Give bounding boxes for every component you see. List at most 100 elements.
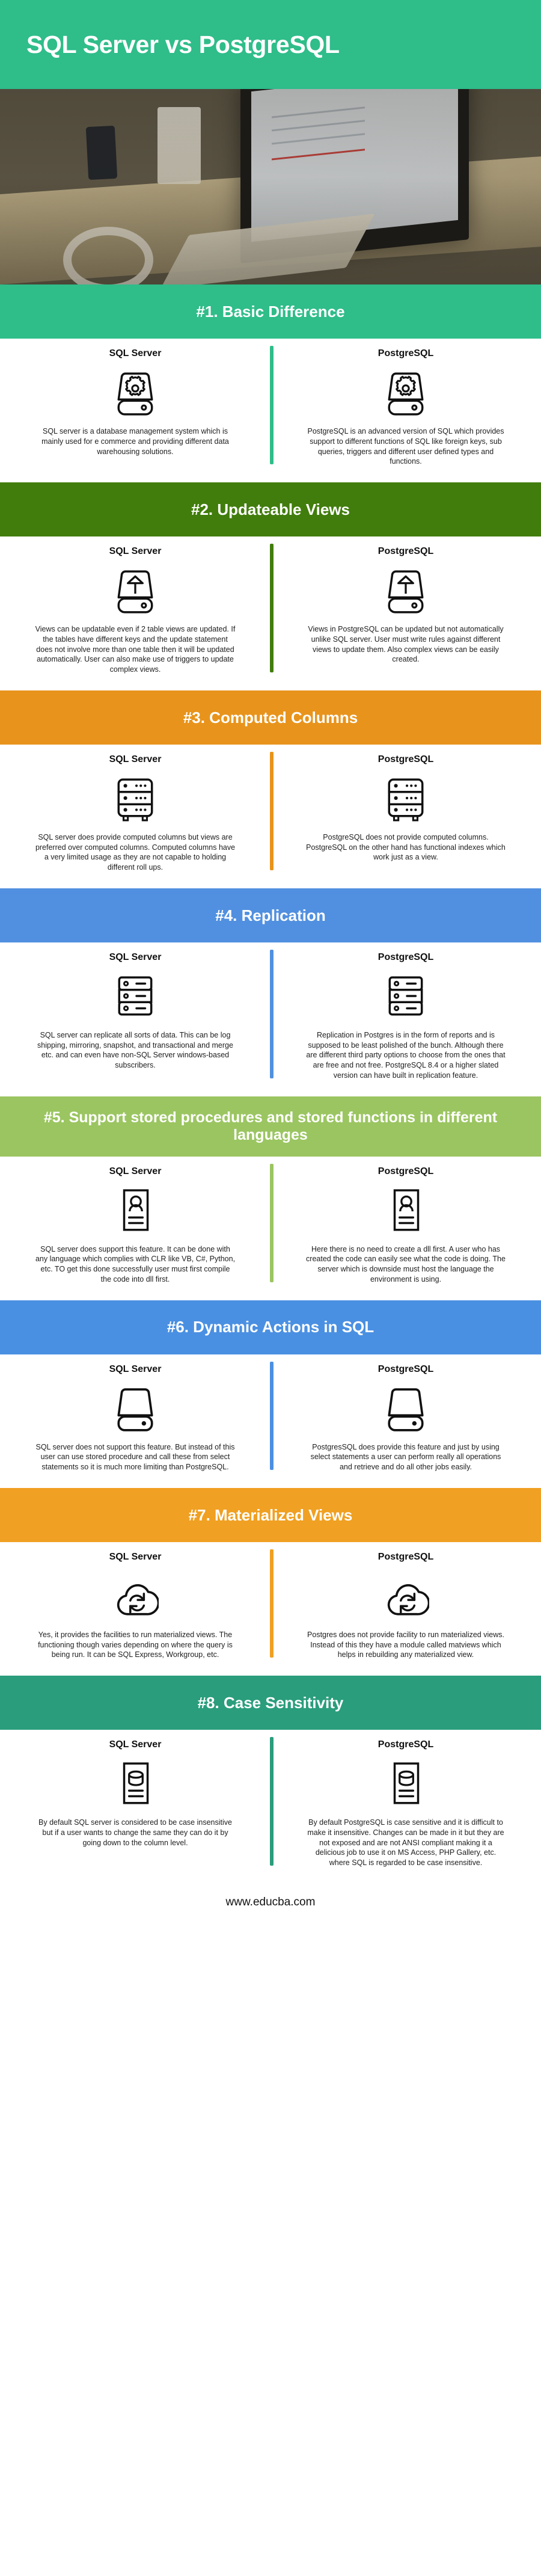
section-header-8: #8. Case Sensitivity: [0, 1676, 541, 1730]
column-text-right: PostgreSQL is an advanced version of SQL…: [307, 427, 504, 466]
column-divider: [270, 1163, 274, 1282]
section-title: #8. Case Sensitivity: [197, 1693, 344, 1712]
column-text-left: SQL server is a database management syst…: [41, 427, 229, 456]
section-title: #3. Computed Columns: [183, 708, 358, 727]
column-heading-right: PostgreSQL: [377, 1551, 434, 1562]
section-title: #5. Support stored procedures and stored…: [43, 1108, 498, 1143]
column-heading-right: PostgreSQL: [377, 1166, 434, 1176]
column-text-left: Yes, it provides the facilities to run m…: [38, 1630, 233, 1659]
column-left: SQL Server Yes, it provides the facilitie…: [0, 1542, 270, 1676]
database-upload-icon: [112, 565, 159, 617]
column-heading-right: PostgreSQL: [377, 348, 434, 358]
column-text-right: By default PostgreSQL is case sensitive …: [307, 1818, 504, 1867]
comparison-section: #1. Basic Difference SQL Server SQL server…: [0, 284, 541, 482]
comparison-section: #8. Case Sensitivity SQL Server By default…: [0, 1676, 541, 1884]
column-left: SQL Server SQL server does not support th…: [0, 1354, 270, 1488]
column-text-left: Views can be updatable even if 2 table v…: [35, 625, 236, 674]
column-right: PostgreSQL PostgreSQL does not provide co…: [270, 745, 541, 888]
column-heading-left: SQL Server: [109, 951, 162, 962]
comparison-section: #7. Materialized Views SQL Server Yes, it …: [0, 1487, 541, 1676]
database-plain-icon: [382, 1383, 429, 1435]
section-header-6: #6. Dynamic Actions in SQL: [0, 1300, 541, 1354]
column-divider: [270, 1549, 274, 1658]
column-left: SQL Server SQL server is a database manag…: [0, 339, 270, 482]
comparison-section: #5. Support stored procedures and stored…: [0, 1096, 541, 1300]
column-heading-right: PostgreSQL: [377, 546, 434, 556]
column-left: SQL Server Views can be updatable even if…: [0, 536, 270, 690]
comparison-body: SQL Server SQL server does support this f…: [0, 1156, 541, 1300]
column-right: PostgreSQL Postgres does not provide faci…: [270, 1542, 541, 1676]
hero-photo: [0, 89, 541, 284]
server-stack-icon: [382, 971, 429, 1023]
document-database-icon: [112, 1759, 159, 1810]
column-heading-right: PostgreSQL: [377, 1739, 434, 1750]
cloud-sync-icon: [112, 1571, 159, 1623]
section-header-7: #7. Materialized Views: [0, 1487, 541, 1542]
comparison-body: SQL Server Views can be updatable even if…: [0, 536, 541, 690]
column-text-right: Views in PostgreSQL can be updated but n…: [308, 625, 504, 664]
column-right: PostgreSQL PostgresSQL does provide this …: [270, 1354, 541, 1488]
column-heading-right: PostgreSQL: [377, 1363, 434, 1374]
column-left: SQL Server SQL server does support this f…: [0, 1157, 270, 1300]
column-heading-left: SQL Server: [109, 1739, 162, 1750]
comparison-section: #4. Replication SQL Server SQL server can …: [0, 888, 541, 1096]
database-gear-icon: [382, 367, 429, 419]
column-left: SQL Server SQL server can replicate all s…: [0, 942, 270, 1096]
column-right: PostgreSQL Views in PostgreSQL can be upd…: [270, 536, 541, 690]
server-rack-icon: [112, 773, 159, 825]
comparison-section: #2. Updateable Views SQL Server Views can …: [0, 482, 541, 690]
section-title: #7. Materialized Views: [188, 1505, 353, 1524]
column-heading-left: SQL Server: [109, 1166, 162, 1176]
column-heading-left: SQL Server: [109, 546, 162, 556]
column-right: PostgreSQL Replication in Postgres is in …: [270, 942, 541, 1096]
column-text-right: Here there is no need to create a dll fi…: [306, 1244, 506, 1283]
column-text-right: Postgres does not provide facility to ru…: [307, 1630, 504, 1659]
section-header-4: #4. Replication: [0, 888, 541, 942]
column-divider: [270, 1361, 274, 1470]
column-right: PostgreSQL By default PostgreSQL is case …: [270, 1730, 541, 1884]
column-left: SQL Server By default SQL server is consi…: [0, 1730, 270, 1884]
column-heading-left: SQL Server: [109, 1363, 162, 1374]
comparison-body: SQL Server SQL server is a database manag…: [0, 339, 541, 482]
section-title: #6. Dynamic Actions in SQL: [167, 1318, 374, 1336]
column-divider: [270, 346, 274, 464]
database-gear-icon: [112, 367, 159, 419]
column-divider: [270, 949, 274, 1078]
footer: www.educba.com: [0, 1883, 541, 1921]
column-heading-right: PostgreSQL: [377, 754, 434, 764]
column-heading-left: SQL Server: [109, 1551, 162, 1562]
section-title: #4. Replication: [215, 906, 326, 924]
column-text-left: SQL server does support this feature. It…: [35, 1244, 236, 1283]
page-title: SQL Server vs PostgreSQL: [26, 30, 340, 58]
column-text-left: SQL server can replicate all sorts of da…: [37, 1030, 233, 1069]
section-header-3: #3. Computed Columns: [0, 690, 541, 745]
document-user-icon: [382, 1185, 429, 1237]
column-text-left: By default SQL server is considered to b…: [38, 1818, 232, 1847]
document-user-icon: [112, 1185, 159, 1237]
comparison-section: #3. Computed Columns SQL Server SQL server…: [0, 690, 541, 888]
document-database-icon: [382, 1759, 429, 1810]
column-heading-right: PostgreSQL: [377, 951, 434, 962]
column-text-left: SQL server does provide computed columns…: [35, 832, 236, 871]
cloud-sync-icon: [382, 1571, 429, 1623]
database-upload-icon: [382, 565, 429, 617]
section-header-5: #5. Support stored procedures and stored…: [0, 1096, 541, 1157]
section-title: #1. Basic Difference: [196, 302, 345, 321]
column-heading-left: SQL Server: [109, 348, 162, 358]
column-left: SQL Server SQL server does provide comput…: [0, 745, 270, 888]
section-header-1: #1. Basic Difference: [0, 284, 541, 339]
footer-url[interactable]: www.educba.com: [226, 1896, 316, 1909]
column-divider: [270, 751, 274, 870]
column-text-left: SQL server does not support this feature…: [35, 1442, 235, 1472]
column-divider: [270, 544, 274, 672]
section-header-2: #2. Updateable Views: [0, 482, 541, 536]
column-divider: [270, 1737, 274, 1866]
server-stack-icon: [112, 971, 159, 1023]
server-rack-icon: [382, 773, 429, 825]
sections-list: #1. Basic Difference SQL Server SQL server…: [0, 284, 541, 1884]
column-text-right: Replication in Postgres is in the form o…: [306, 1030, 506, 1080]
comparison-body: SQL Server SQL server does provide comput…: [0, 744, 541, 888]
column-text-right: PostgresSQL does provide this feature an…: [310, 1442, 501, 1472]
comparison-section: #6. Dynamic Actions in SQL SQL Server SQL …: [0, 1300, 541, 1488]
column-heading-left: SQL Server: [109, 754, 162, 764]
